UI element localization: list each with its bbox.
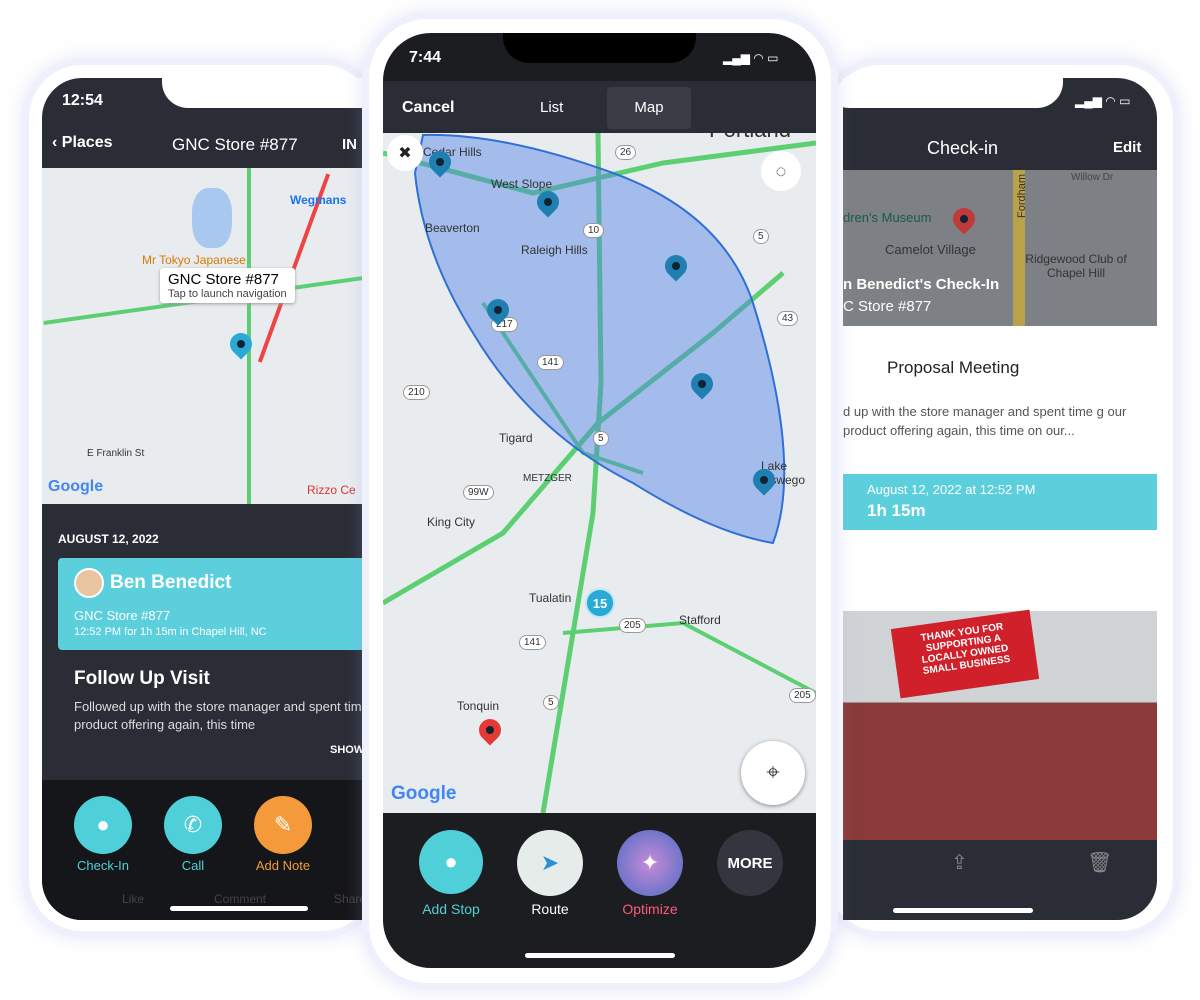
status-icons: ▂▄▆ ◠ ▭ — [723, 51, 779, 65]
location-pin-icon — [948, 203, 980, 235]
call-label: Call — [181, 858, 205, 873]
tab-list[interactable]: List — [540, 99, 563, 116]
route-map[interactable]: Cedar Hills West Slope Portland Beaverto… — [383, 133, 816, 813]
route-shield: 210 — [403, 385, 430, 400]
map-place: Stafford — [679, 613, 721, 627]
add-stop-label: Add Stop — [422, 901, 480, 917]
route-shield: 43 — [777, 311, 799, 326]
lasso-icon[interactable]: ◌ — [761, 151, 801, 191]
note-title: Follow Up Visit — [74, 668, 210, 689]
route-shield: 26 — [615, 145, 637, 160]
optimize-label: Optimize — [622, 901, 678, 917]
more-button[interactable]: MORE — [717, 830, 783, 896]
route-shield: 141 — [537, 355, 564, 370]
left-screen: 12:54 ‹ Places GNC Store #877 IN Wegmans… — [42, 78, 372, 920]
avatar — [74, 568, 104, 598]
google-logo: Google — [391, 783, 457, 804]
map-callout[interactable]: GNC Store #877 Tap to launch navigation — [160, 268, 295, 303]
card-name: Ben Benedict — [110, 572, 232, 593]
checkin-button[interactable]: ● — [74, 796, 132, 854]
route-shield: 5 — [593, 431, 609, 446]
route-label: Route — [531, 901, 569, 917]
road-label-willow: Willow Dr — [1071, 172, 1114, 183]
route-shield: 5 — [753, 229, 769, 244]
time-banner: August 12, 2022 at 12:52 PM 1h 15m — [843, 474, 1157, 530]
cancel-button[interactable]: Cancel — [402, 99, 454, 117]
map-label: Camelot Village — [885, 242, 976, 257]
card-detail: 12:52 PM for 1h 15m in Chapel Hill, NC — [74, 626, 267, 638]
show-more-link[interactable]: SHOW — [330, 744, 364, 756]
trash-icon[interactable]: 🗑 — [1087, 850, 1112, 875]
call-button[interactable]: ✆ — [164, 796, 222, 854]
cluster-marker[interactable]: 15 — [585, 588, 615, 618]
checkin-when: August 12, 2022 at 12:52 PM — [867, 482, 1036, 497]
center-screen: 7:44 ▂▄▆ ◠ ▭ Cancel List Map Cedar Hills… — [383, 33, 816, 968]
add-stop-button[interactable]: ● — [419, 830, 483, 894]
add-note-button[interactable]: ✎ — [254, 796, 312, 854]
optimize-button[interactable]: ✦ — [617, 830, 683, 896]
callout-title: GNC Store #877 — [168, 271, 279, 288]
card-store: GNC Store #877 — [74, 608, 171, 623]
map-label: Wegmans — [290, 193, 347, 207]
map-place: Tualatin — [529, 591, 572, 605]
date-heading: AUGUST 12, 2022 — [58, 532, 159, 546]
route-shield: 141 — [519, 635, 546, 650]
store-pin-icon[interactable] — [225, 328, 257, 360]
map-overlay-subtitle: C Store #877 — [843, 298, 932, 315]
road-label-fordham: Fordham — [1016, 173, 1028, 219]
map-overlay-title: n Benedict's Check-In — [843, 276, 1000, 293]
page-title: GNC Store #877 — [172, 135, 298, 154]
right-screen: ▂▄▆ ◠ ▭ Check-in Edit dren's Museum Came… — [843, 78, 1157, 920]
edit-button[interactable]: Edit — [1113, 139, 1141, 156]
checkin-map[interactable]: dren's Museum Camelot Village Ridgewood … — [843, 170, 1157, 326]
map-place: METZGER — [523, 473, 572, 484]
store-map[interactable]: Wegmans Mr Tokyo Japanese E Franklin St … — [42, 168, 372, 504]
service-area-polygon — [413, 133, 786, 545]
status-time: 12:54 — [62, 92, 103, 109]
map-label: Rizzo Ce — [307, 483, 356, 497]
checkin-label: Check-In — [76, 858, 130, 873]
map-place: Tigard — [499, 431, 533, 445]
checkin-body: d up with the store manager and spent ti… — [843, 404, 1127, 438]
status-time: 7:44 — [409, 49, 442, 66]
checkin-card[interactable]: Ben Benedict GNC Store #877 12:52 PM for… — [58, 558, 372, 650]
comment-button[interactable]: Comment — [214, 892, 266, 906]
photo-banner: THANK YOU FOR SUPPORTING A LOCALLY OWNED… — [890, 609, 1040, 699]
add-note-label: Add Note — [255, 858, 311, 873]
action-bar: ● Check-In ✆ Call ✎ Add Note Like Commen… — [42, 780, 372, 920]
map-label: dren's Museum — [843, 210, 932, 225]
page-title: Check-in — [927, 138, 999, 158]
map-place: Beaverton — [425, 221, 480, 235]
status-icons: ▂▄▆ ◠ ▭ — [1075, 94, 1131, 108]
tab-map[interactable]: Map — [607, 87, 691, 129]
meeting-title: Proposal Meeting — [887, 358, 1020, 377]
map-place: Tonquin — [457, 699, 500, 713]
route-button[interactable]: ➤ — [517, 830, 583, 896]
map-place: West Slope — [491, 177, 553, 191]
header-right[interactable]: IN — [342, 136, 357, 153]
route-shield: 205 — [619, 618, 646, 633]
note-body: Followed up with the store manager and s… — [74, 699, 372, 732]
map-label: Mr Tokyo Japanese — [142, 253, 246, 267]
delete-area-icon[interactable]: ✖ — [387, 135, 423, 171]
map-place: King City — [427, 515, 476, 529]
my-location-button[interactable]: ⌖ — [741, 741, 805, 805]
map-place: Raleigh Hills — [521, 243, 588, 257]
callout-subtitle: Tap to launch navigation — [168, 288, 287, 300]
share-icon[interactable]: ⇪ — [951, 850, 968, 875]
checkin-duration: 1h 15m — [867, 501, 926, 520]
map-place: Portland — [709, 133, 791, 143]
back-label: Places — [61, 134, 113, 151]
route-shield: 99W — [463, 485, 494, 500]
back-button[interactable]: ‹ Places — [52, 134, 113, 152]
like-button[interactable]: Like — [122, 892, 144, 906]
route-shield: 10 — [583, 223, 605, 238]
map-label: E Franklin St — [87, 448, 145, 459]
map-label: Ridgewood Club of Chapel Hill — [1025, 252, 1127, 280]
checkin-photo[interactable]: THANK YOU FOR SUPPORTING A LOCALLY OWNED… — [843, 609, 1157, 840]
route-shield: 5 — [543, 695, 559, 710]
google-logo: Google — [48, 478, 104, 495]
route-shield: 205 — [789, 688, 816, 703]
